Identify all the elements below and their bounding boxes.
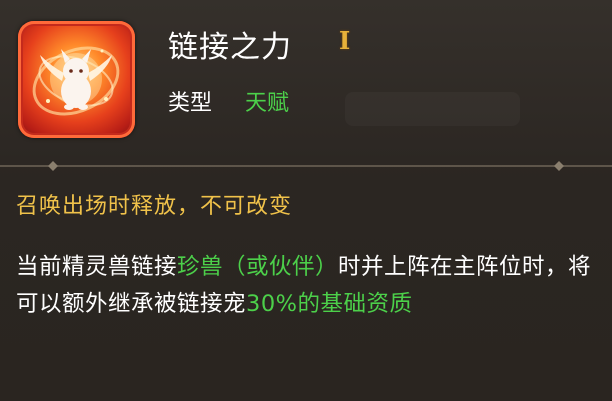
linked-beast-spirit-icon — [18, 21, 135, 138]
skill-name: 链接之力 — [168, 30, 292, 65]
description-text: 当前精灵兽链接 — [16, 254, 178, 280]
release-condition-text: 召唤出场时释放，不可改变 — [16, 194, 293, 219]
skill-tooltip-panel: 链接之力 I 类型 天赋 召唤出场时释放，不可改变 当前精灵兽链接珍兽（或伙伴）… — [0, 0, 612, 401]
skill-type-label: 类型 — [168, 91, 213, 116]
description-highlight-partner: 珍兽（或伙伴） — [177, 254, 339, 280]
description-highlight-percent: 30%的基础资质 — [246, 291, 413, 317]
skill-description: 当前精灵兽链接珍兽（或伙伴）时并上阵在主阵位时，将可以额外继承被链接宠30%的基… — [16, 249, 601, 323]
skill-level-badge: I — [339, 26, 351, 55]
section-divider — [0, 161, 612, 171]
skill-type-value: 天赋 — [245, 91, 290, 116]
background-button-shape — [345, 92, 520, 126]
